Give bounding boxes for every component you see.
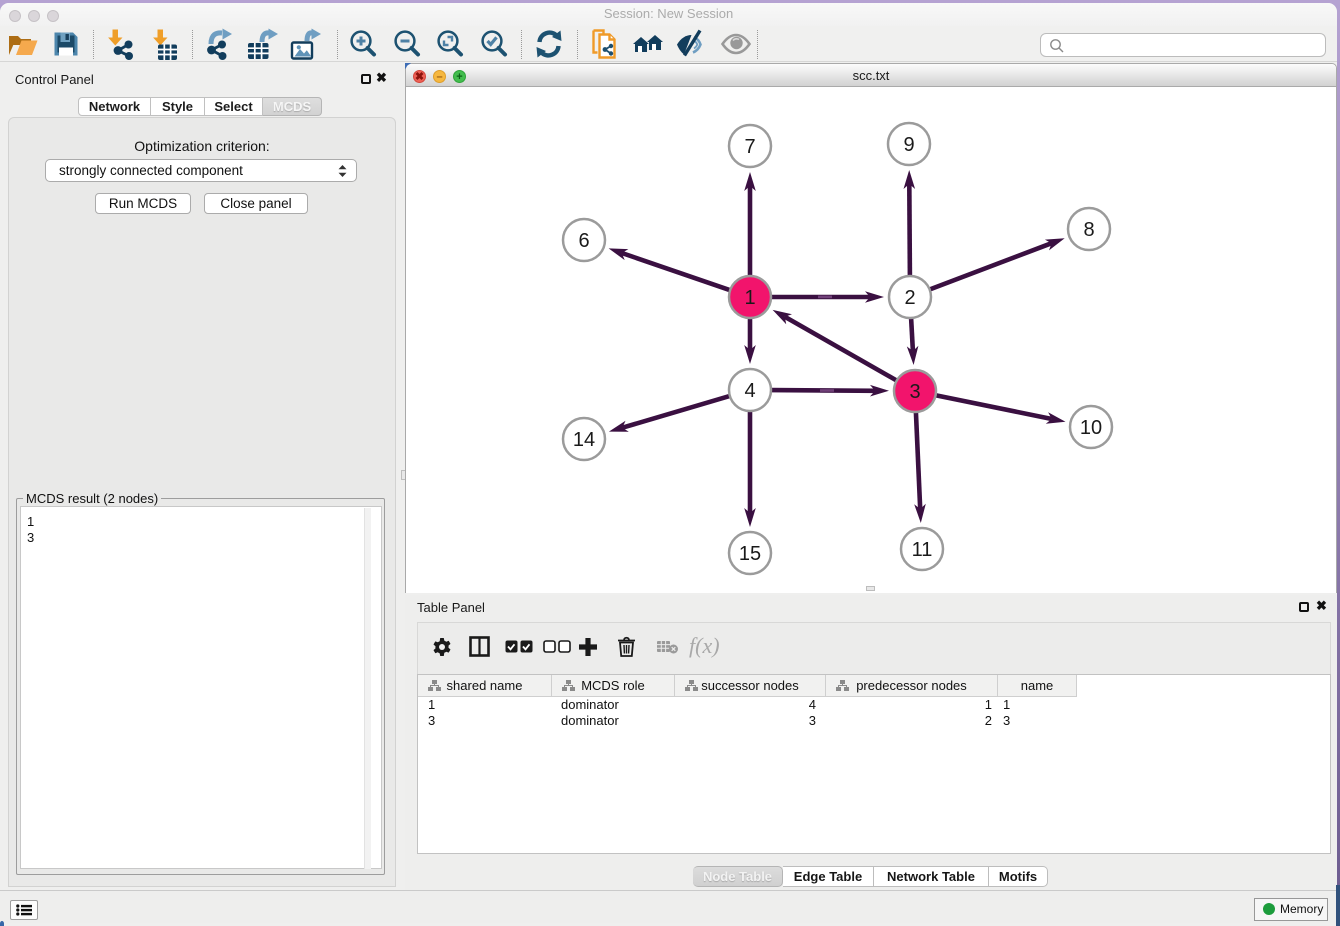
svg-text:15: 15 — [739, 543, 761, 565]
svg-text:9: 9 — [903, 134, 914, 156]
svg-text:8: 8 — [1083, 219, 1094, 241]
svg-text:2: 2 — [904, 287, 915, 309]
svg-text:6: 6 — [578, 230, 589, 252]
svg-text:4: 4 — [744, 380, 755, 402]
svg-text:11: 11 — [912, 539, 933, 561]
svg-text:10: 10 — [1080, 417, 1102, 439]
svg-text:7: 7 — [744, 136, 755, 158]
svg-text:1: 1 — [744, 287, 755, 309]
svg-text:3: 3 — [909, 381, 920, 403]
svg-text:14: 14 — [573, 429, 595, 451]
